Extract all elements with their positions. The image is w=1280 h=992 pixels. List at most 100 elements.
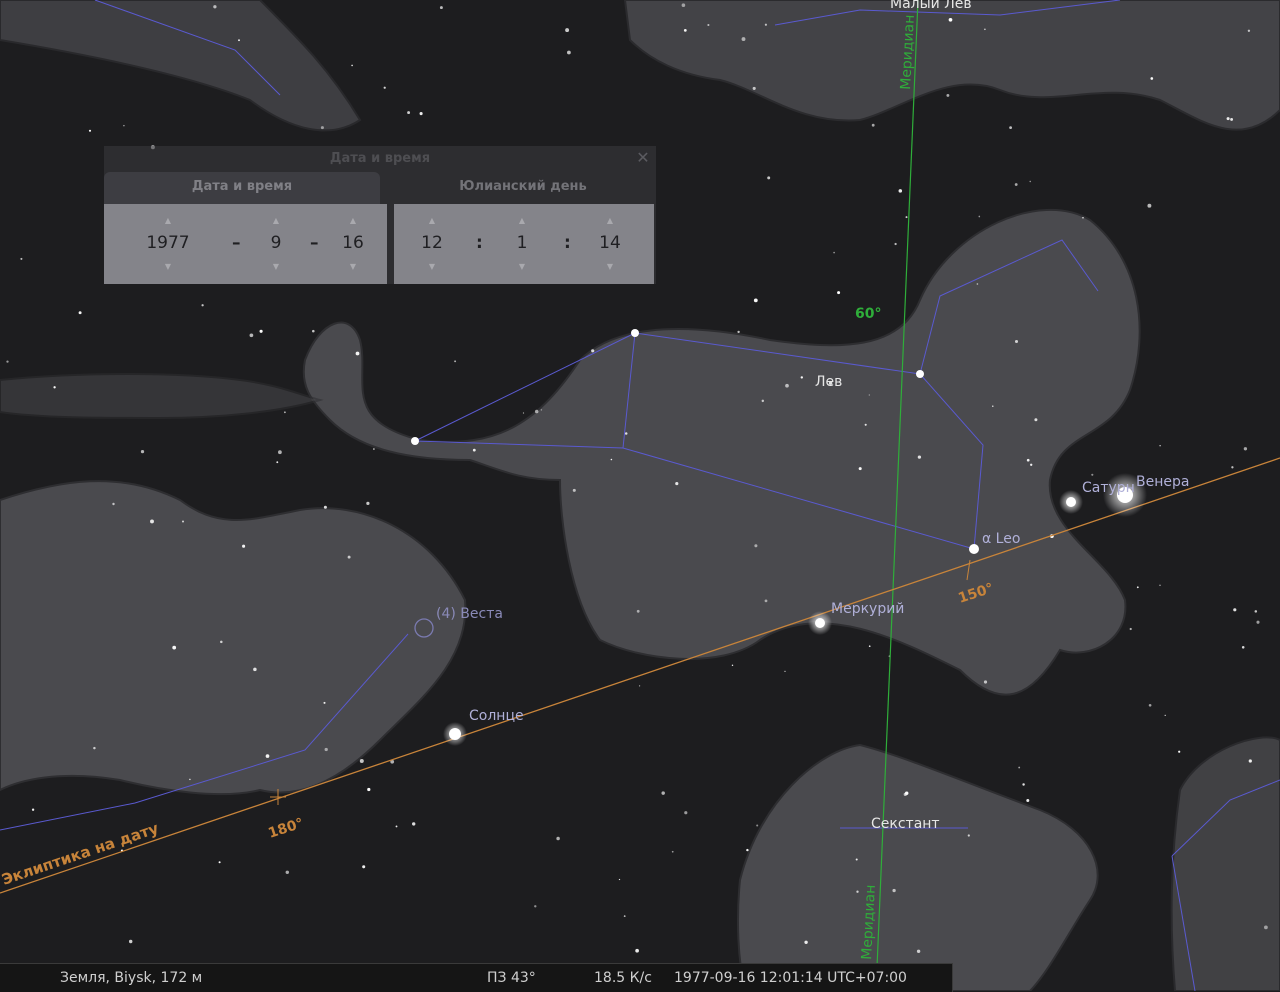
year-up-arrow-icon[interactable]: ▲ (138, 216, 198, 226)
star (753, 298, 758, 303)
star (355, 351, 360, 356)
date-panel: ▲ 1977 ▼ – ▲ 9 ▼ – ▲ 16 ▼ (104, 204, 387, 284)
minute-spinbox[interactable]: ▲ 1 ▼ (492, 210, 552, 278)
star (276, 461, 279, 464)
leo-label: Лев (815, 374, 842, 390)
star (567, 50, 571, 55)
star (347, 555, 351, 559)
year-down-arrow-icon[interactable]: ▼ (138, 262, 198, 272)
date-separator: – (310, 233, 319, 253)
star (31, 808, 35, 811)
star (1264, 925, 1268, 930)
year-spinbox[interactable]: ▲ 1977 ▼ (138, 210, 198, 278)
star (534, 409, 539, 414)
star (675, 482, 679, 486)
star (1148, 703, 1152, 707)
star (591, 349, 595, 353)
star (1091, 473, 1094, 476)
star (1159, 445, 1161, 447)
alpha-leo-marker[interactable] (969, 544, 979, 554)
leo-star-1 (411, 437, 419, 445)
star (1029, 180, 1031, 183)
star (1254, 610, 1258, 613)
minute-up-arrow-icon[interactable]: ▲ (492, 216, 552, 226)
star (320, 126, 324, 130)
star (249, 333, 254, 338)
star (1164, 714, 1166, 717)
tab-date-time[interactable]: Дата и время (104, 172, 380, 204)
star (1014, 339, 1019, 344)
sun-marker[interactable] (449, 728, 461, 740)
month-down-arrow-icon[interactable]: ▼ (246, 262, 306, 272)
day-up-arrow-icon[interactable]: ▲ (323, 216, 383, 226)
month-value[interactable]: 9 (246, 232, 306, 254)
second-down-arrow-icon[interactable]: ▼ (580, 262, 640, 272)
hour-value[interactable]: 12 (402, 232, 462, 254)
saturn-marker[interactable] (1066, 497, 1076, 507)
minute-value[interactable]: 1 (492, 232, 552, 254)
star (285, 870, 290, 875)
star (383, 86, 386, 89)
star (218, 861, 221, 864)
second-value[interactable]: 14 (580, 232, 640, 254)
year-value[interactable]: 1977 (138, 232, 198, 254)
star (804, 940, 808, 944)
star (20, 257, 23, 260)
star (752, 86, 756, 90)
hour-spinbox[interactable]: ▲ 12 ▼ (402, 210, 462, 278)
star (1233, 608, 1237, 612)
star (636, 609, 640, 613)
star (565, 28, 570, 33)
star (618, 878, 621, 881)
venus-label: Венера (1136, 474, 1189, 490)
minute-down-arrow-icon[interactable]: ▼ (492, 262, 552, 272)
star (623, 915, 626, 917)
leo-star-3 (916, 370, 924, 378)
month-up-arrow-icon[interactable]: ▲ (246, 216, 306, 226)
altitude-60-label: 60° (855, 306, 881, 322)
star (764, 599, 768, 603)
star (767, 176, 771, 180)
star (324, 747, 328, 752)
star (1136, 586, 1139, 589)
star (684, 811, 688, 815)
star (976, 283, 979, 285)
star (756, 824, 759, 827)
star (1030, 463, 1033, 466)
star (671, 850, 674, 853)
star (140, 449, 145, 454)
day-spinbox[interactable]: ▲ 16 ▼ (323, 210, 383, 278)
star (1009, 126, 1012, 129)
hour-down-arrow-icon[interactable]: ▼ (402, 262, 462, 272)
star (1018, 766, 1021, 769)
vesta-label: (4) Веста (436, 606, 503, 622)
alpha-leo-label: α Leo (982, 531, 1020, 547)
star (93, 746, 96, 750)
day-down-arrow-icon[interactable]: ▼ (323, 262, 383, 272)
star (472, 448, 476, 452)
star (1230, 117, 1234, 121)
day-value[interactable]: 16 (323, 232, 383, 254)
star (855, 858, 858, 861)
star (754, 544, 758, 548)
hour-up-arrow-icon[interactable]: ▲ (402, 216, 462, 226)
star (323, 701, 326, 704)
star (366, 501, 370, 506)
close-icon[interactable]: ✕ (634, 149, 652, 167)
month-spinbox[interactable]: ▲ 9 ▼ (246, 210, 306, 278)
star (1178, 750, 1181, 753)
star (359, 759, 364, 763)
star (242, 544, 246, 548)
tab-julian-day[interactable]: Юлианский день (392, 172, 654, 204)
star (556, 836, 560, 841)
saturn-label: Сатурн (1082, 480, 1135, 496)
star (253, 667, 257, 672)
time-separator: : (476, 233, 483, 253)
second-up-arrow-icon[interactable]: ▲ (580, 216, 640, 226)
star (323, 505, 327, 509)
star (892, 888, 896, 893)
second-spinbox[interactable]: ▲ 14 ▼ (580, 210, 640, 278)
status-location: Земля, Biysk, 172 м (60, 970, 203, 986)
mercury-marker[interactable] (815, 618, 825, 628)
time-panel: ▲ 12 ▼ : ▲ 1 ▼ : ▲ 14 ▼ (394, 204, 654, 284)
